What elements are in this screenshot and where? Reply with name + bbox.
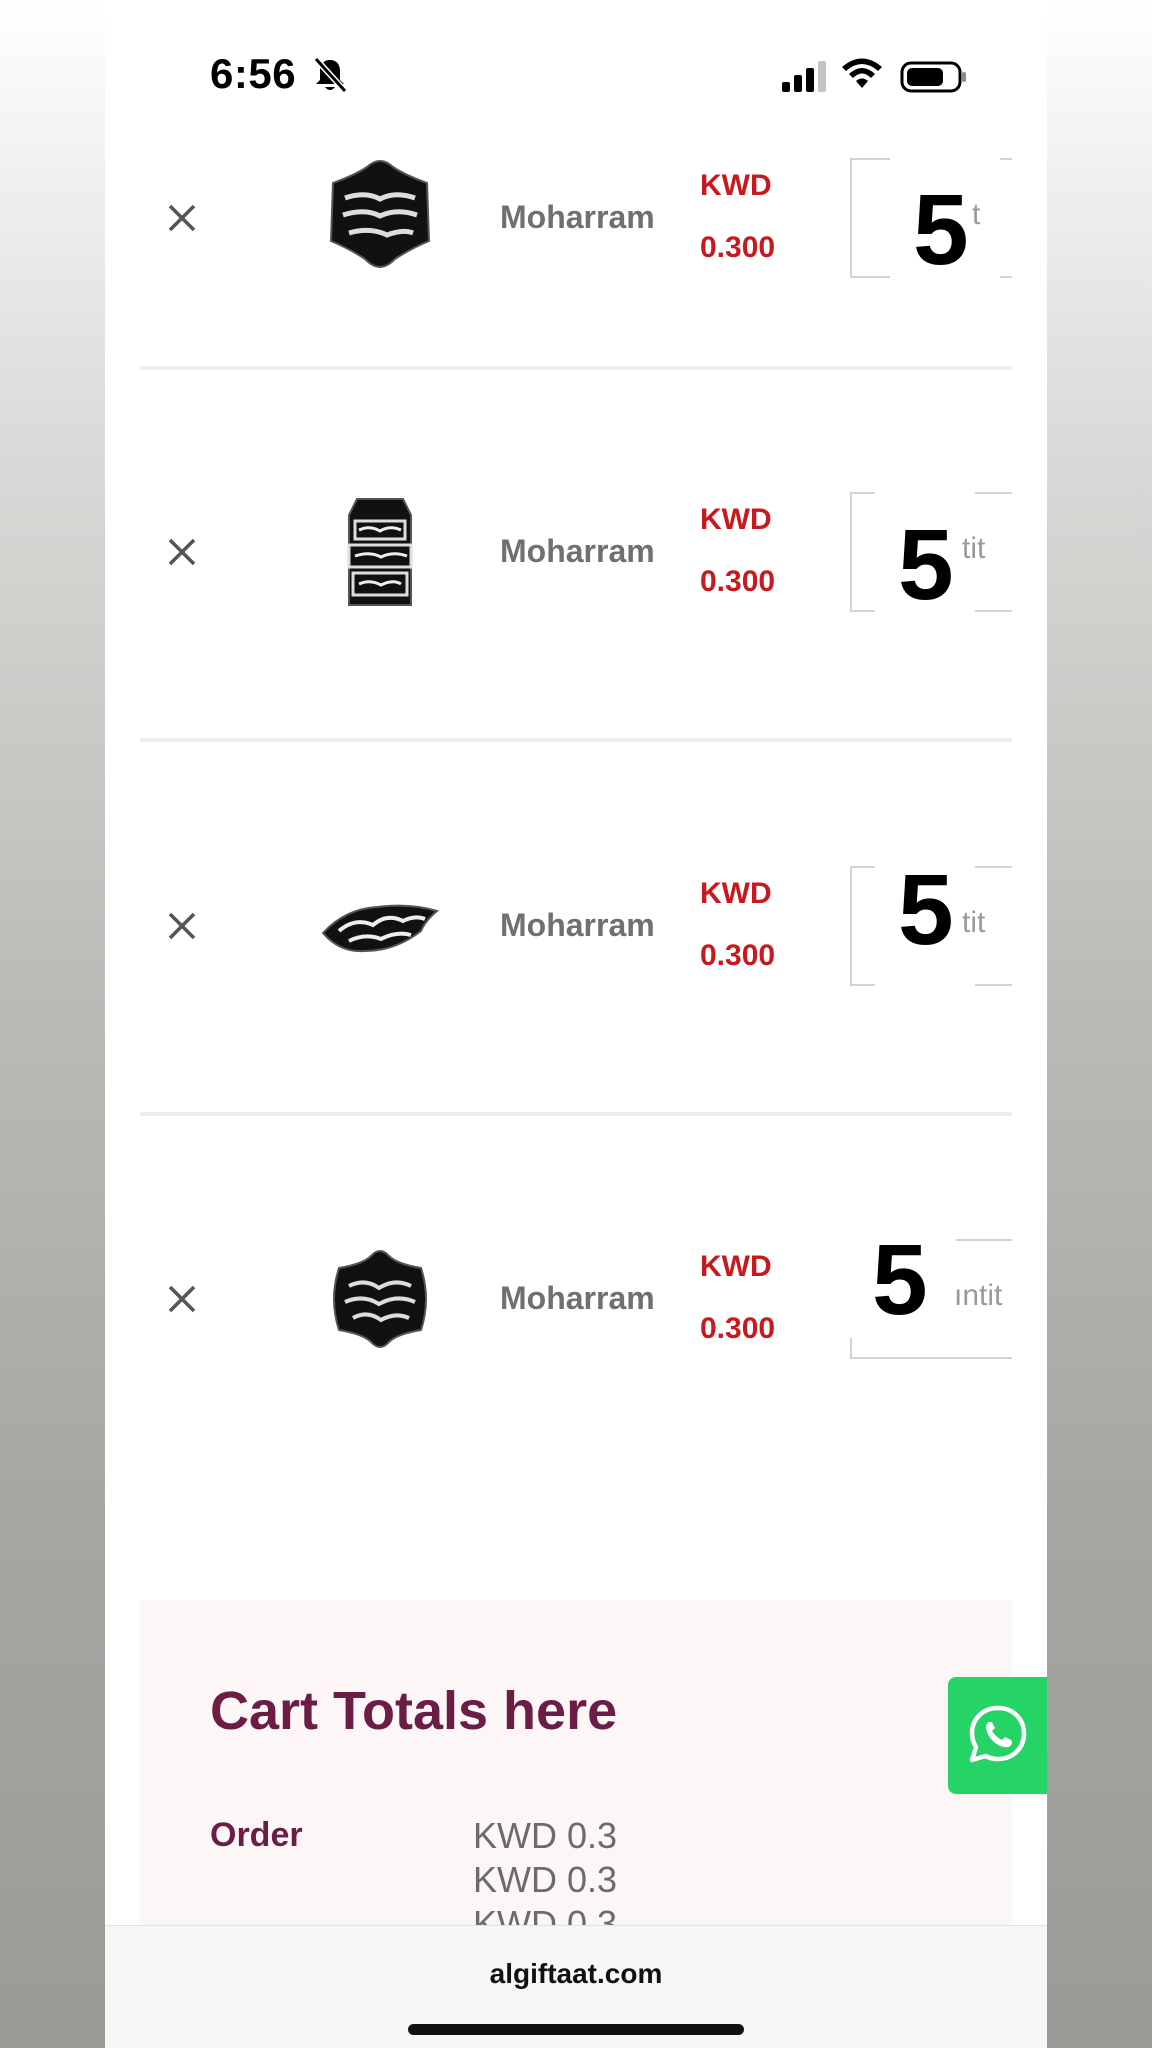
quantity-value: 5: [872, 1224, 928, 1336]
product-price: KWD 0.300: [700, 863, 810, 987]
product-image[interactable]: [315, 487, 445, 617]
price-amount: 0.300: [700, 1312, 776, 1345]
phone-screen: 6:56 Moharram KWD 0.300 t 5 Moharram KWD…: [105, 0, 1047, 2048]
close-icon[interactable]: [162, 198, 202, 238]
price-currency: KWD: [700, 503, 772, 536]
product-price: KWD 0.300: [700, 1236, 810, 1360]
cart-row: Moharram KWD 0.300 tit 5: [140, 742, 1012, 1116]
whatsapp-icon: [969, 1705, 1027, 1763]
quantity-placeholder: ıntit: [954, 1279, 1003, 1312]
quantity-placeholder: t: [972, 198, 981, 231]
browser-url-bar[interactable]: algiftaat.com: [105, 1925, 1047, 2048]
product-price: KWD 0.300: [700, 155, 810, 279]
product-name[interactable]: Moharram: [500, 197, 655, 237]
url-text[interactable]: algiftaat.com: [105, 1958, 1047, 1990]
close-icon[interactable]: [162, 532, 202, 572]
price-currency: KWD: [700, 877, 772, 910]
product-name[interactable]: Moharram: [500, 1278, 655, 1318]
close-icon[interactable]: [162, 1279, 202, 1319]
quantity-value: 5: [898, 509, 954, 621]
cart-row: Moharram KWD 0.300 tit 5: [140, 370, 1012, 742]
whatsapp-button[interactable]: [948, 1677, 1047, 1794]
quantity-placeholder: tit: [962, 532, 986, 565]
cart-totals: Cart Totals here Order KWD 0.3 KWD 0.3 K…: [140, 1600, 1012, 1944]
cart-row: Moharram KWD 0.300 ıntit 5: [140, 1116, 1012, 1496]
order-value: KWD 0.3: [473, 1815, 618, 1856]
product-image[interactable]: [315, 1234, 445, 1364]
quantity-value: 5: [913, 174, 969, 286]
cart-totals-title: Cart Totals here: [210, 1681, 618, 1741]
product-image[interactable]: [315, 153, 445, 283]
price-amount: 0.300: [700, 231, 776, 264]
product-image[interactable]: [315, 861, 445, 991]
price-amount: 0.300: [700, 939, 776, 972]
cart-row: Moharram KWD 0.300 t 5: [140, 0, 1012, 370]
price-amount: 0.300: [700, 565, 776, 598]
quantity-placeholder: tit: [962, 906, 986, 939]
price-currency: KWD: [700, 169, 772, 202]
home-indicator[interactable]: [408, 2024, 744, 2035]
close-icon[interactable]: [162, 906, 202, 946]
quantity-value: 5: [898, 854, 954, 966]
price-currency: KWD: [700, 1250, 772, 1283]
product-name[interactable]: Moharram: [500, 531, 655, 571]
product-price: KWD 0.300: [700, 489, 810, 613]
order-value: KWD 0.3: [473, 1859, 618, 1900]
product-name[interactable]: Moharram: [500, 905, 655, 945]
order-label: Order: [210, 1816, 303, 1854]
